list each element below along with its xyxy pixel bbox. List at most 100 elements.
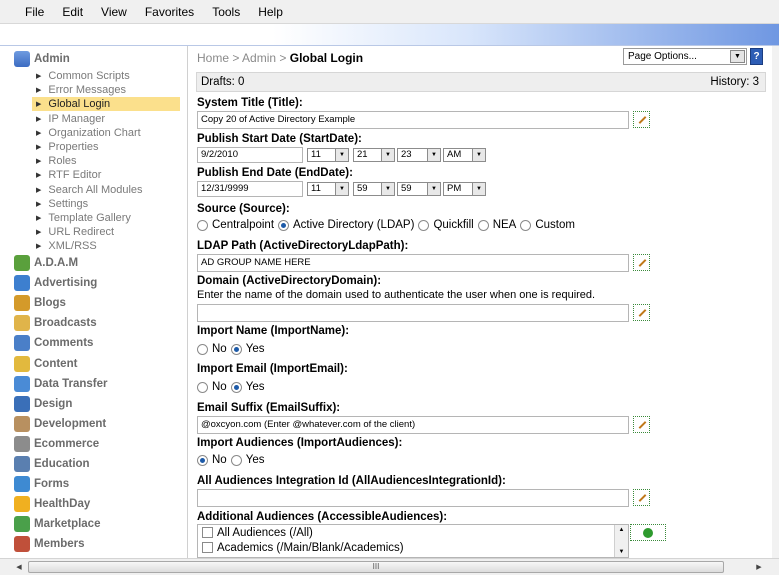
source-option[interactable]: NEA xyxy=(477,219,516,231)
start-hour-select[interactable]: 11 ▼ xyxy=(307,148,349,162)
scroll-right-icon[interactable]: ▶ xyxy=(752,561,766,573)
radio-button[interactable] xyxy=(197,381,208,393)
nav-category-forms[interactable]: Forms xyxy=(14,475,69,493)
history-count[interactable]: History: 3 xyxy=(710,76,759,88)
sidebar-item-xml-rss[interactable]: ▶ XML/RSS xyxy=(32,239,180,253)
nav-category-content[interactable]: Content xyxy=(14,355,77,373)
scroll-down-icon[interactable]: ▼ xyxy=(619,549,625,555)
radio-button[interactable] xyxy=(197,454,208,466)
menu-help[interactable]: Help xyxy=(258,5,283,19)
scroll-up-icon[interactable]: ▲ xyxy=(619,527,625,533)
start-second-select[interactable]: 23 ▼ xyxy=(397,148,441,162)
nav-category-comments[interactable]: Comments xyxy=(14,334,93,352)
list-scrollbar[interactable]: ▲ ▼ xyxy=(614,525,628,557)
nav-category-education[interactable]: Education xyxy=(14,455,90,473)
breadcrumb-home[interactable]: Home xyxy=(197,51,229,65)
radio-button[interactable] xyxy=(278,219,290,231)
menu-edit[interactable]: Edit xyxy=(62,5,83,19)
nav-category-label: Members xyxy=(34,538,85,551)
chevron-down-icon[interactable]: ▼ xyxy=(730,50,745,63)
radio-button[interactable] xyxy=(230,343,242,355)
start-ampm-select[interactable]: AM ▼ xyxy=(443,148,486,162)
end-second-select[interactable]: 59 ▼ xyxy=(397,182,441,196)
list-item[interactable]: All Audiences (/All) xyxy=(198,525,628,540)
nav-category-broadcasts[interactable]: Broadcasts xyxy=(14,314,97,332)
sidebar-item-template-gallery[interactable]: ▶ Template Gallery xyxy=(32,211,180,225)
end-date-field[interactable]: 12/31/9999 xyxy=(197,181,303,197)
radio-option-no[interactable]: No xyxy=(197,343,227,355)
nav-category-label: Marketplace xyxy=(34,518,101,531)
radio-option-yes[interactable]: Yes xyxy=(230,454,264,466)
scroll-left-icon[interactable]: ◀ xyxy=(12,561,26,573)
menu-favorites[interactable]: Favorites xyxy=(145,5,194,19)
start-date-field[interactable]: 9/2/2010 xyxy=(197,147,303,163)
sidebar-item-organization-chart[interactable]: ▶ Organization Chart xyxy=(32,126,180,140)
menu-view[interactable]: View xyxy=(101,5,127,19)
radio-button[interactable] xyxy=(230,454,242,466)
breadcrumb-admin[interactable]: Admin xyxy=(242,51,276,65)
sidebar-item-global-login[interactable]: ▶ Global Login xyxy=(32,97,180,112)
sidebar-item-label: Template Gallery xyxy=(48,212,131,224)
end-minute-select[interactable]: 59 ▼ xyxy=(353,182,395,196)
additional-audiences-list[interactable]: All Audiences (/All) Academics (/Main/Bl… xyxy=(197,524,629,558)
end-hour-select[interactable]: 11 ▼ xyxy=(307,182,349,196)
sidebar-item-common-scripts[interactable]: ▶ Common Scripts xyxy=(32,69,180,83)
radio-button[interactable] xyxy=(197,343,208,355)
sidebar-item-ip-manager[interactable]: ▶ IP Manager xyxy=(32,112,180,126)
end-ampm-select[interactable]: PM ▼ xyxy=(443,182,486,196)
nav-category-blogs[interactable]: Blogs xyxy=(14,294,66,312)
nav-category-data-transfer[interactable]: Data Transfer xyxy=(14,375,108,393)
start-minute-select[interactable]: 21 ▼ xyxy=(353,148,395,162)
nav-category-advertising[interactable]: Advertising xyxy=(14,274,97,292)
edit-icon[interactable] xyxy=(633,489,650,506)
radio-option-no[interactable]: No xyxy=(197,381,227,393)
source-option[interactable]: Custom xyxy=(520,219,575,231)
radio-option-no[interactable]: No xyxy=(197,454,227,466)
sidebar-item-error-messages[interactable]: ▶ Error Messages xyxy=(32,83,180,97)
edit-icon[interactable] xyxy=(633,254,650,271)
email-suffix-field[interactable]: @oxcyon.com (Enter @whatever.com of the … xyxy=(197,416,629,434)
vertical-scrollbar[interactable] xyxy=(772,46,779,558)
radio-button[interactable] xyxy=(477,219,489,231)
nav-category-healthday[interactable]: HealthDay xyxy=(14,495,90,513)
edit-icon[interactable] xyxy=(633,111,650,128)
checkbox[interactable] xyxy=(202,527,213,538)
ldap-field[interactable]: AD GROUP NAME HERE xyxy=(197,254,629,272)
sidebar-item-properties[interactable]: ▶ Properties xyxy=(32,140,180,154)
sidebar-item-search-all-modules[interactable]: ▶ Search All Modules xyxy=(32,183,180,197)
sidebar-item-url-redirect[interactable]: ▶ URL Redirect xyxy=(32,225,180,239)
confirm-button[interactable] xyxy=(630,524,666,541)
sidebar-item-roles[interactable]: ▶ Roles xyxy=(32,154,180,168)
horizontal-scrollbar[interactable]: ◀ III ▶ xyxy=(0,558,779,575)
sidebar-item-rtf-editor[interactable]: ▶ RTF Editor xyxy=(32,168,180,182)
source-option[interactable]: Centralpoint xyxy=(197,219,274,231)
list-item[interactable]: Academics (/Main/Blank/Academics) xyxy=(198,540,628,555)
nav-category-members[interactable]: Members xyxy=(14,535,85,553)
radio-button[interactable] xyxy=(418,219,430,231)
scrollbar-thumb[interactable]: III xyxy=(28,561,724,573)
edit-icon[interactable] xyxy=(633,304,650,321)
all-audiences-field[interactable] xyxy=(197,489,629,507)
menu-file[interactable]: File xyxy=(25,5,44,19)
edit-icon[interactable] xyxy=(633,416,650,433)
checkbox[interactable] xyxy=(202,542,213,553)
page-options-select[interactable]: Page Options... ▼ xyxy=(623,48,747,65)
nav-category-ecommerce[interactable]: Ecommerce xyxy=(14,435,99,453)
radio-option-yes[interactable]: Yes xyxy=(230,381,264,393)
title-field[interactable]: Copy 20 of Active Directory Example xyxy=(197,111,629,129)
sidebar-item-settings[interactable]: ▶ Settings xyxy=(32,197,180,211)
source-option[interactable]: Quickfill xyxy=(418,219,474,231)
help-icon[interactable]: ? xyxy=(750,48,763,65)
radio-button[interactable] xyxy=(230,381,242,393)
nav-category-development[interactable]: Development xyxy=(14,415,106,433)
source-option[interactable]: Active Directory (LDAP) xyxy=(278,219,414,231)
nav-category-design[interactable]: Design xyxy=(14,395,72,413)
radio-option-yes[interactable]: Yes xyxy=(230,343,264,355)
domain-field[interactable] xyxy=(197,304,629,322)
nav-category-admin[interactable]: Admin xyxy=(14,50,70,68)
radio-button[interactable] xyxy=(520,219,532,231)
nav-category-marketplace[interactable]: Marketplace xyxy=(14,515,100,533)
radio-button[interactable] xyxy=(197,219,208,231)
menu-tools[interactable]: Tools xyxy=(212,5,240,19)
nav-category-a-d-a-m[interactable]: A.D.A.M xyxy=(14,254,78,272)
